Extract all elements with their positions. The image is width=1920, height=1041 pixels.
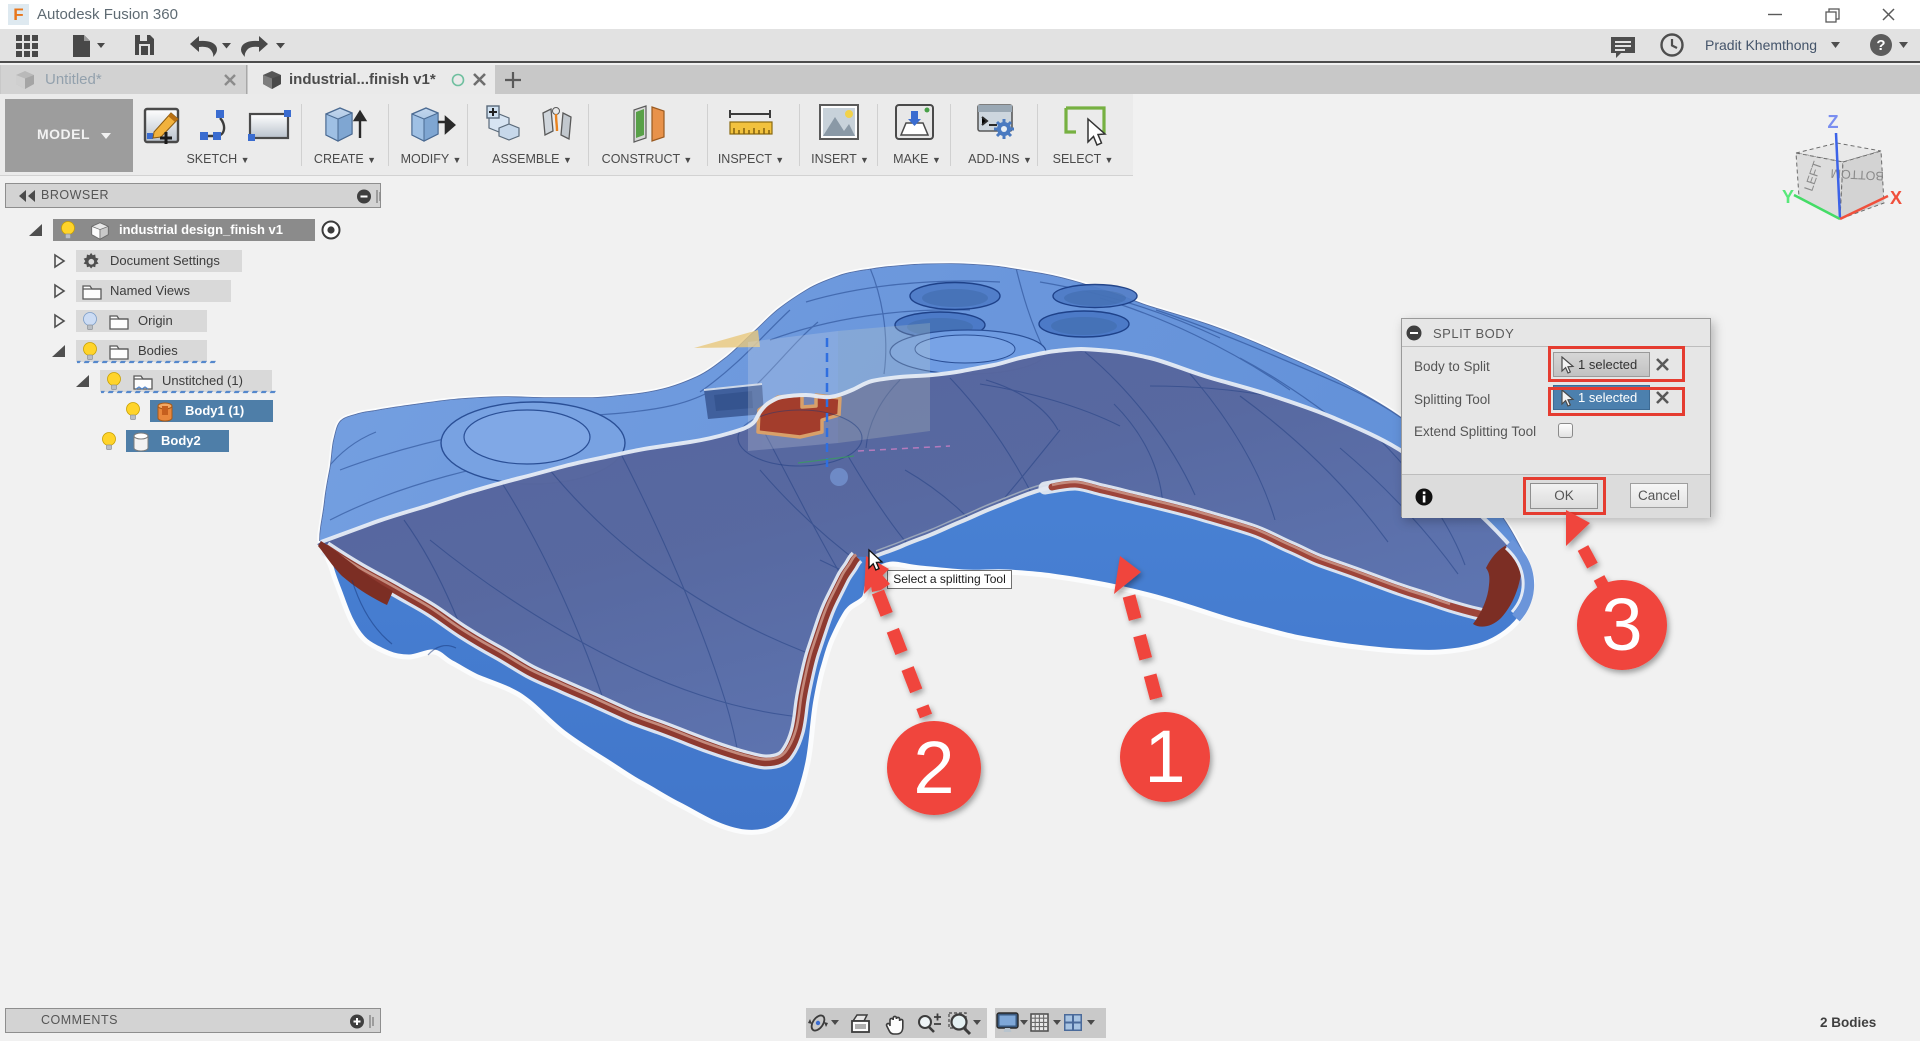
svg-text:2: 2 bbox=[913, 726, 954, 809]
svg-text:1: 1 bbox=[1144, 715, 1185, 798]
svg-text:3: 3 bbox=[1601, 583, 1642, 666]
